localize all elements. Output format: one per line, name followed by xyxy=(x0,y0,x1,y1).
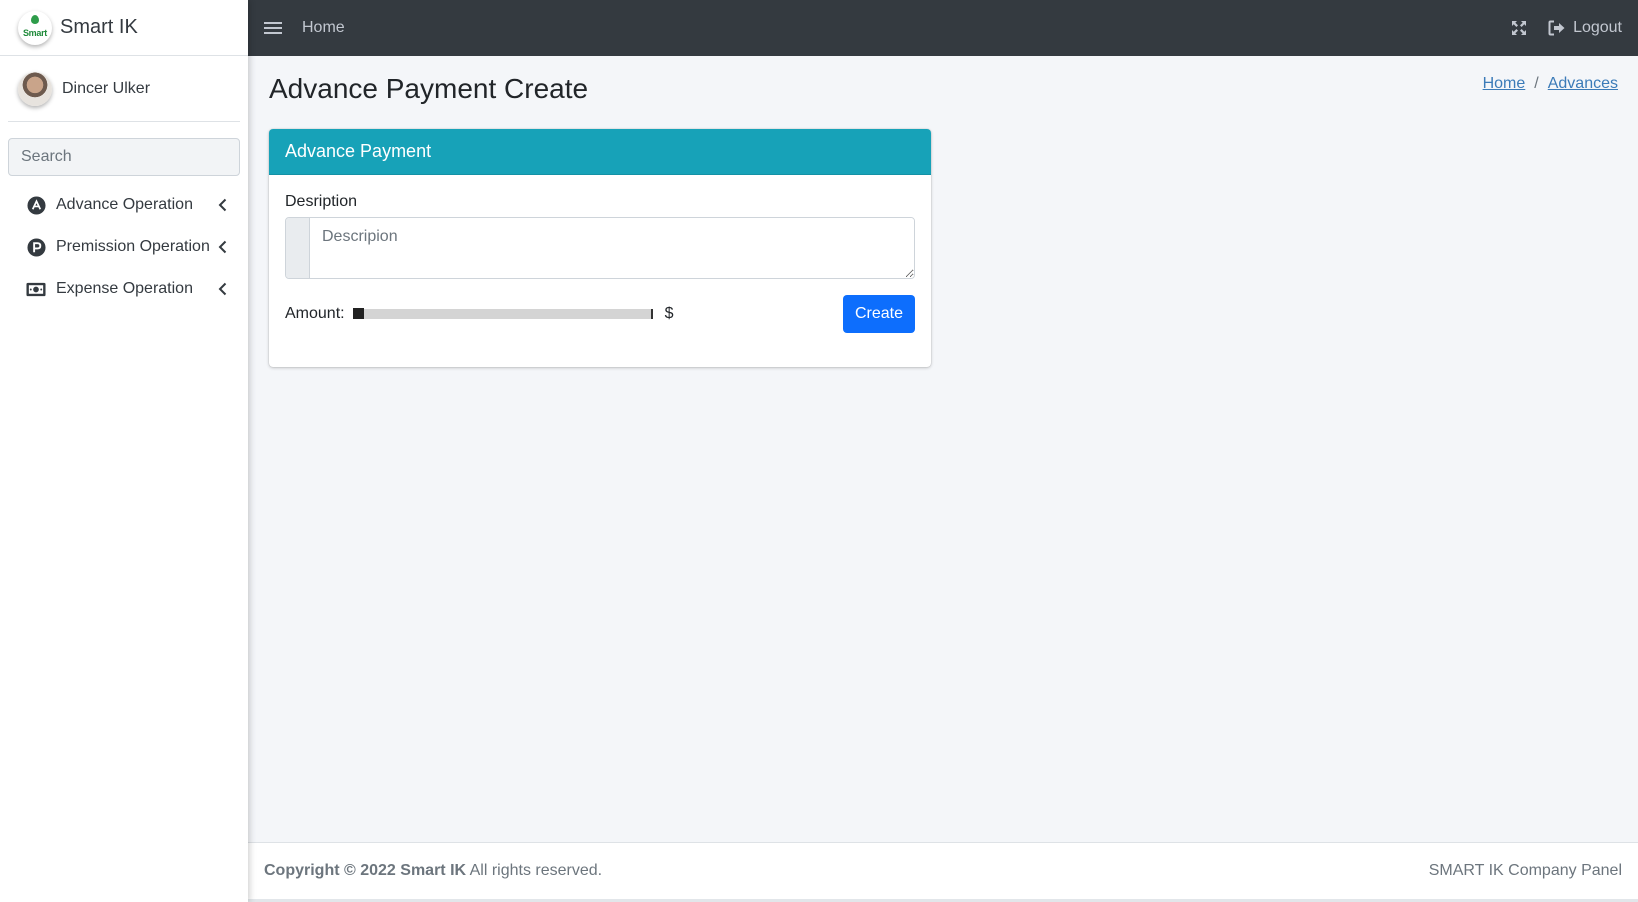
breadcrumb-advances-link[interactable]: Advances xyxy=(1548,75,1618,93)
sidebar-item-advance-operation[interactable]: Advance Operation xyxy=(0,184,248,226)
footer-rights: All rights reserved. xyxy=(466,862,603,879)
sidebar-item-expense-operation[interactable]: Expense Operation xyxy=(0,268,248,310)
top-right-actions: Logout xyxy=(1510,19,1622,37)
create-button[interactable]: Create xyxy=(842,295,915,333)
user-name[interactable]: Dincer Ulker xyxy=(62,80,150,98)
sidebar-search xyxy=(8,138,240,176)
chevron-left-icon xyxy=(216,282,228,296)
sign-out-icon xyxy=(1548,20,1565,36)
brand-link[interactable]: Smart Smart IK xyxy=(0,0,248,56)
brand-logo: Smart xyxy=(18,10,52,45)
footer: Copyright © 2022 Smart IK All rights res… xyxy=(248,842,1638,899)
avatar xyxy=(18,71,52,106)
user-panel[interactable]: Dincer Ulker xyxy=(8,56,240,122)
logout-label: Logout xyxy=(1573,19,1622,36)
card-body: Desription Amount: $ Create xyxy=(269,175,931,351)
page-title: Advance Payment Create xyxy=(269,73,589,104)
breadcrumb-separator: / xyxy=(1534,75,1539,92)
main-content: Advance Payment Create Home / Advances A… xyxy=(248,56,1638,842)
fullscreen-icon[interactable] xyxy=(1510,19,1528,37)
footer-panel-name: SMART IK Company Panel xyxy=(1428,862,1622,879)
logout-button[interactable]: Logout xyxy=(1548,19,1622,37)
sidebar-item-premission-operation[interactable]: Premission Operation xyxy=(0,226,248,268)
sidebar-item-label: Expense Operation xyxy=(56,280,193,297)
amount-slider[interactable] xyxy=(352,308,653,320)
chevron-left-icon xyxy=(216,240,228,254)
circle-p-icon xyxy=(26,237,46,257)
sidebar-item-label: Advance Operation xyxy=(56,196,193,213)
circle-a-icon xyxy=(26,195,46,215)
money-bill-icon xyxy=(26,279,46,299)
hamburger-menu-icon[interactable] xyxy=(264,20,282,36)
sidebar-item-label: Premission Operation xyxy=(56,238,210,255)
description-addon xyxy=(286,218,310,278)
card-header: Advance Payment xyxy=(269,129,931,175)
brand-name: Smart IK xyxy=(60,16,138,38)
sidebar: Smart Smart IK Dincer Ulker Advance Oper… xyxy=(0,0,248,902)
currency-symbol: $ xyxy=(664,305,674,322)
chevron-left-icon xyxy=(216,198,228,212)
top-navbar: Home Logout xyxy=(248,0,1638,56)
description-input-group xyxy=(285,217,915,279)
description-label: Desription xyxy=(285,193,358,210)
top-home-link[interactable]: Home xyxy=(302,19,345,37)
footer-copyright-bold: Copyright © 2022 Smart IK xyxy=(264,862,467,879)
search-input[interactable] xyxy=(9,139,239,175)
breadcrumb: Home / Advances xyxy=(1483,75,1618,93)
advance-payment-card: Advance Payment Desription Amount: $ Cre… xyxy=(269,129,931,367)
amount-row: Amount: $ Create xyxy=(285,295,915,333)
description-textarea[interactable] xyxy=(310,218,914,278)
amount-label: Amount: xyxy=(285,305,345,322)
footer-copyright: Copyright © 2022 Smart IK All rights res… xyxy=(264,862,602,880)
breadcrumb-home-link[interactable]: Home xyxy=(1483,75,1526,93)
amount-slider-track xyxy=(352,309,653,319)
amount-slider-thumb[interactable] xyxy=(352,308,364,319)
